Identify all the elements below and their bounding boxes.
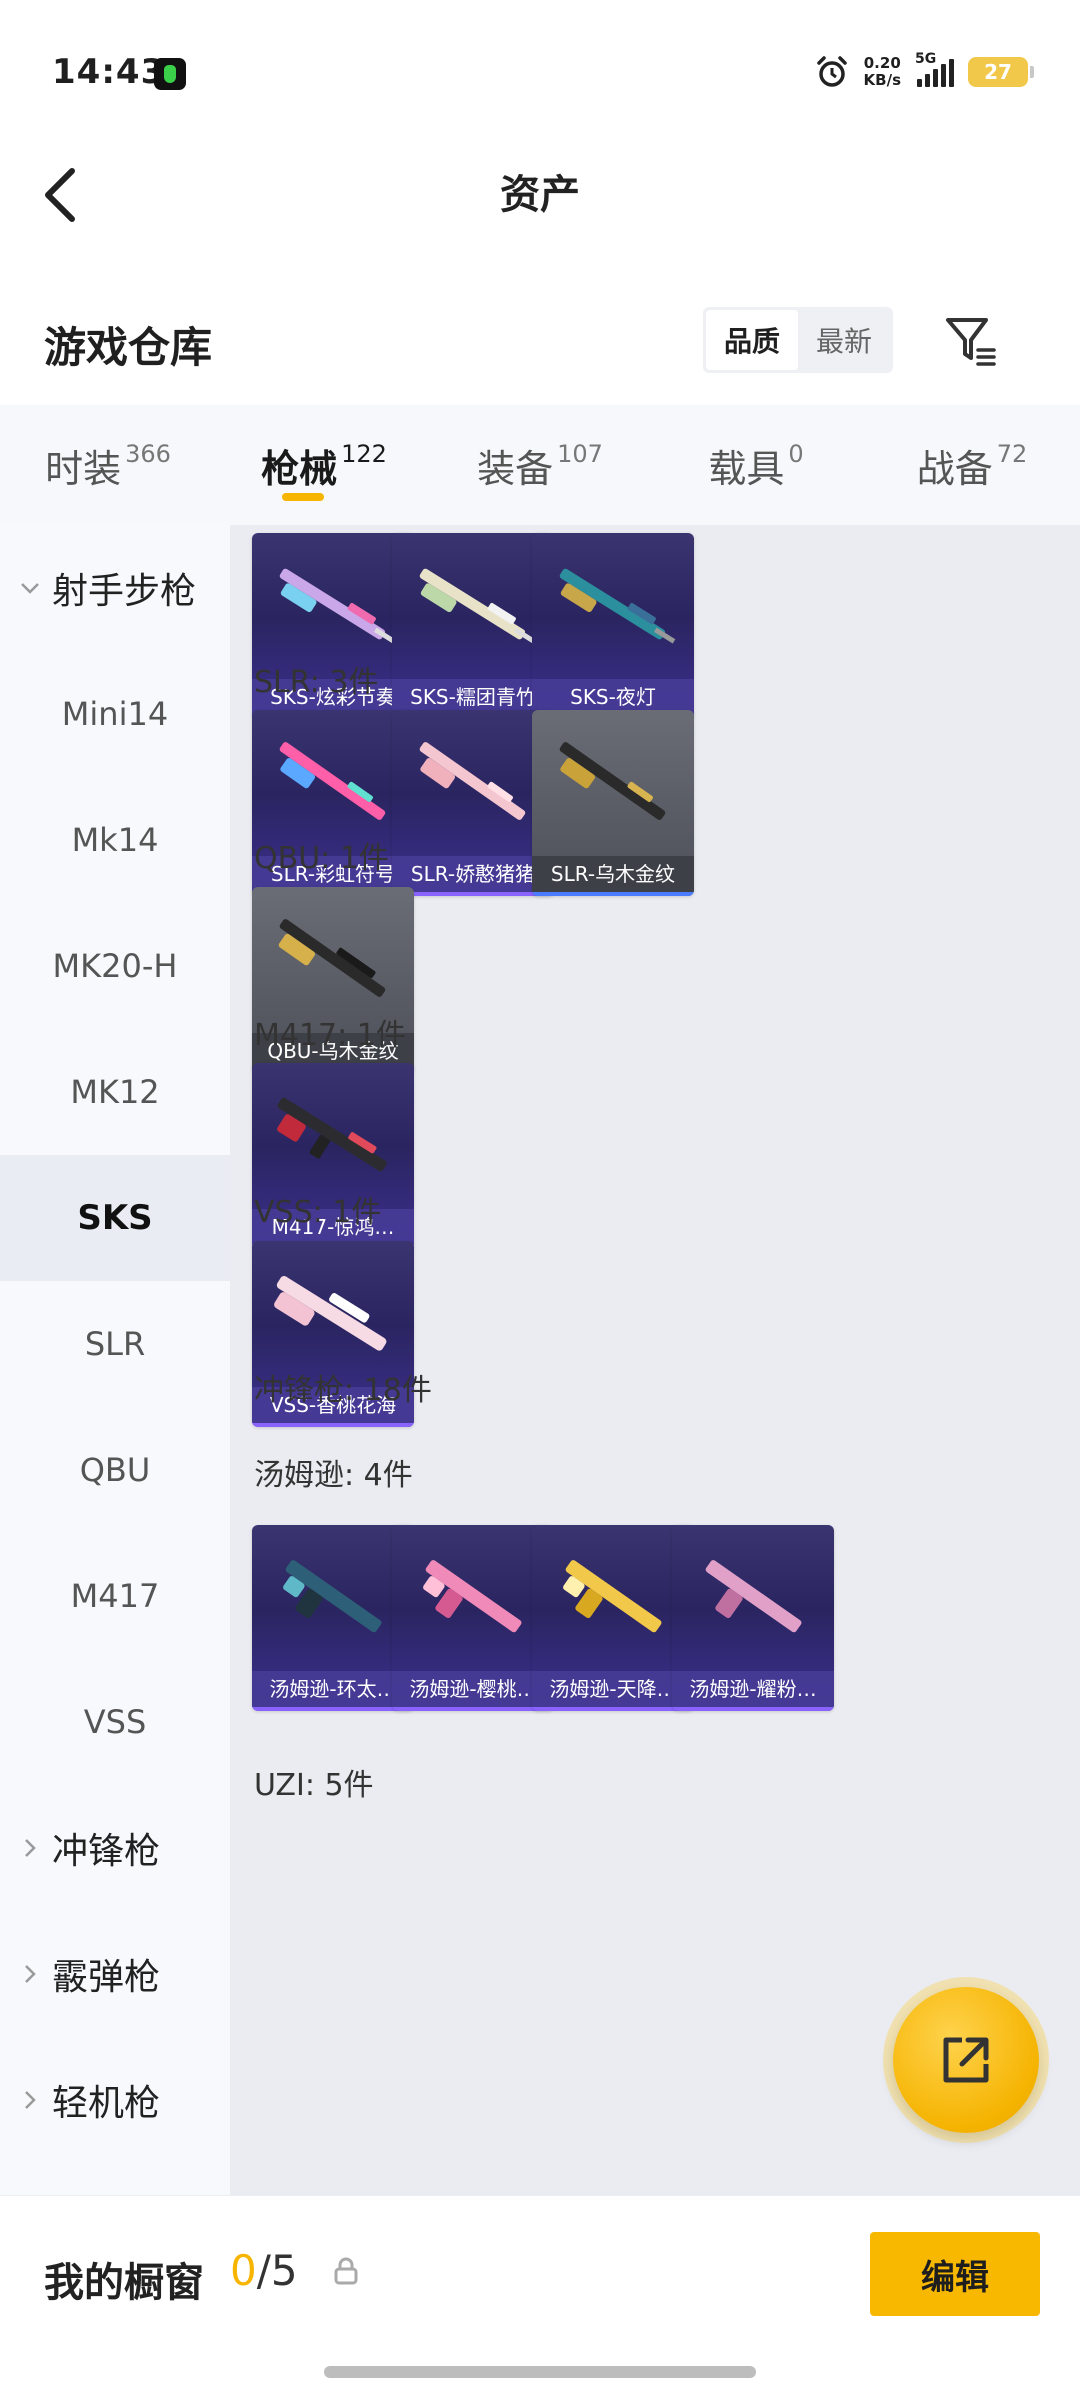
sort-toggle: 品质 最新: [703, 307, 893, 373]
edit-button[interactable]: 编辑: [870, 2232, 1040, 2316]
weapon-tile[interactable]: 汤姆逊-樱桃…: [392, 1525, 554, 1711]
warehouse-header: 游戏仓库 品质 最新: [0, 290, 1080, 390]
music-app-icon: [154, 58, 186, 90]
battery-icon: 27: [968, 57, 1034, 87]
share-button[interactable]: [893, 1987, 1039, 2133]
rifle-icon: [419, 742, 526, 820]
sort-by-quality[interactable]: 品质: [706, 310, 798, 370]
net-speed-value: 0.20: [863, 54, 901, 72]
rifle-icon: [419, 568, 536, 644]
sort-by-newest[interactable]: 最新: [798, 310, 890, 370]
category-tabs: 时装 366 枪械 122 装备 107 载具 0 战备 72: [0, 405, 1080, 525]
tab-count: 366: [125, 440, 171, 468]
sidebar-item-slr[interactable]: SLR: [0, 1281, 230, 1407]
sidebar-item-label: 霰弹枪: [52, 1957, 161, 1998]
weapon-tile[interactable]: SLR-乌木金纹: [532, 710, 694, 896]
signal-icon: 5G: [915, 51, 954, 87]
chevron-right-icon: [25, 1965, 36, 1983]
smg-icon: [563, 1560, 662, 1633]
sidebar-item-mk12[interactable]: MK12: [0, 1029, 230, 1155]
sidebar-item-mini14[interactable]: Mini14: [0, 651, 230, 777]
sidebar-item-mk20h[interactable]: MK20-H: [0, 903, 230, 1029]
showcase-label: 我的橱窗: [44, 2260, 204, 2306]
sidebar-item-mk14[interactable]: Mk14: [0, 777, 230, 903]
tab-vehicles[interactable]: 载具 0: [648, 405, 864, 525]
chevron-down-icon: [21, 583, 39, 594]
weapon-tile[interactable]: SKS-夜灯: [532, 533, 694, 719]
sidebar-item-label: 轻机枪: [52, 2083, 161, 2124]
weapon-tile[interactable]: 汤姆逊-天降…: [532, 1525, 694, 1711]
section-label-vss: VSS: 1件: [254, 1195, 382, 1230]
sidebar-item-label: 射手步枪: [52, 571, 197, 612]
weapon-name: 汤姆逊-环太…: [252, 1671, 414, 1707]
weapon-name: 汤姆逊-天降…: [532, 1671, 694, 1707]
showcase-current: 0: [230, 2246, 257, 2295]
sidebar-item-qbu[interactable]: QBU: [0, 1407, 230, 1533]
rifle-icon: [559, 742, 666, 820]
weapon-tile[interactable]: SLR-娇憨猪猪: [392, 710, 554, 896]
alarm-icon: [814, 54, 850, 90]
section-label-m417: M417: 1件: [254, 1018, 406, 1053]
weapon-name: SLR-娇憨猪猪: [392, 856, 554, 892]
tab-count: 72: [996, 440, 1028, 468]
sidebar-group-shotgun[interactable]: 霰弹枪: [0, 1911, 230, 2037]
app-header: 资产: [0, 140, 1080, 250]
filter-button[interactable]: [940, 310, 1000, 370]
smg-icon: [283, 1560, 382, 1633]
showcase-total: /5: [256, 2246, 298, 2295]
net-speed-unit: KB/s: [863, 71, 901, 89]
weapon-grid: SKS-炫彩节奏 SKS-糯团青竹 SKS-夜灯 SLR: 3件 SLR-彩虹符…: [230, 525, 1080, 2195]
section-label-uzi: UZI: 5件: [254, 1768, 374, 1803]
warehouse-title: 游戏仓库: [44, 323, 213, 372]
tab-label: 装备: [477, 446, 554, 491]
section-label-smg: 冲锋枪: 18件: [254, 1373, 432, 1408]
battery-level: 27: [984, 60, 1012, 84]
sidebar-group-marksman-rifles[interactable]: 射手步枪: [0, 525, 230, 651]
tab-count: 0: [788, 440, 804, 468]
section-label-qbu: QBU: 1件: [254, 841, 389, 876]
chevron-right-icon: [25, 2091, 36, 2109]
lock-icon: [334, 2257, 358, 2285]
section-label-slr: SLR: 3件: [254, 665, 379, 700]
sidebar-item-sks[interactable]: SKS: [0, 1155, 230, 1281]
weapon-type-sidebar: 射手步枪 Mini14 Mk14 MK20-H MK12 SKS SLR QBU…: [0, 525, 230, 2195]
status-bar: 14:43 0.20 KB/s 5G 27: [0, 0, 1080, 140]
weapon-tile[interactable]: 汤姆逊-环太…: [252, 1525, 414, 1711]
showcase-count: 0/5: [230, 2246, 298, 2295]
status-indicators: 0.20 KB/s 5G 27: [814, 50, 1034, 94]
filter-icon: [946, 318, 996, 366]
weapon-tile[interactable]: 汤姆逊-耀粉…: [672, 1525, 834, 1711]
net-speed: 0.20 KB/s: [864, 55, 901, 89]
tab-label: 载具: [708, 446, 785, 491]
tab-costume[interactable]: 时装 366: [0, 405, 216, 525]
tab-label: 枪械: [261, 446, 338, 491]
section-label-tommy: 汤姆逊: 4件: [254, 1458, 413, 1493]
page-title: 资产: [500, 172, 580, 218]
tab-label: 战备: [916, 446, 993, 491]
sidebar-item-label: 冲锋枪: [52, 1831, 161, 1872]
chevron-right-icon: [25, 1839, 36, 1857]
sidebar-item-vss[interactable]: VSS: [0, 1659, 230, 1785]
share-external-icon: [943, 2037, 989, 2083]
smg-icon: [423, 1560, 522, 1633]
showcase-bar: 我的橱窗 0/5 编辑: [0, 2195, 1080, 2400]
weapon-name: 汤姆逊-樱桃…: [392, 1671, 554, 1707]
tab-weapons[interactable]: 枪械 122: [216, 405, 432, 525]
tab-count: 107: [557, 440, 603, 468]
sidebar-item-m417[interactable]: M417: [0, 1533, 230, 1659]
weapon-name: SLR-乌木金纹: [532, 856, 694, 892]
smg-icon: [705, 1560, 802, 1633]
rifle-icon: [559, 568, 676, 644]
tab-count: 122: [341, 440, 387, 468]
weapon-name: 汤姆逊-耀粉…: [672, 1671, 834, 1707]
tab-label: 时装: [45, 446, 122, 491]
tab-equipment[interactable]: 装备 107: [432, 405, 648, 525]
sidebar-group-lmg[interactable]: 轻机枪: [0, 2037, 230, 2163]
home-indicator: [324, 2366, 756, 2378]
network-type: 5G: [915, 51, 937, 67]
weapon-tile[interactable]: SKS-糯团青竹: [392, 533, 554, 719]
tab-supplies[interactable]: 战备 72: [864, 405, 1080, 525]
sidebar-group-smg[interactable]: 冲锋枪: [0, 1785, 230, 1911]
status-time: 14:43: [52, 52, 166, 92]
